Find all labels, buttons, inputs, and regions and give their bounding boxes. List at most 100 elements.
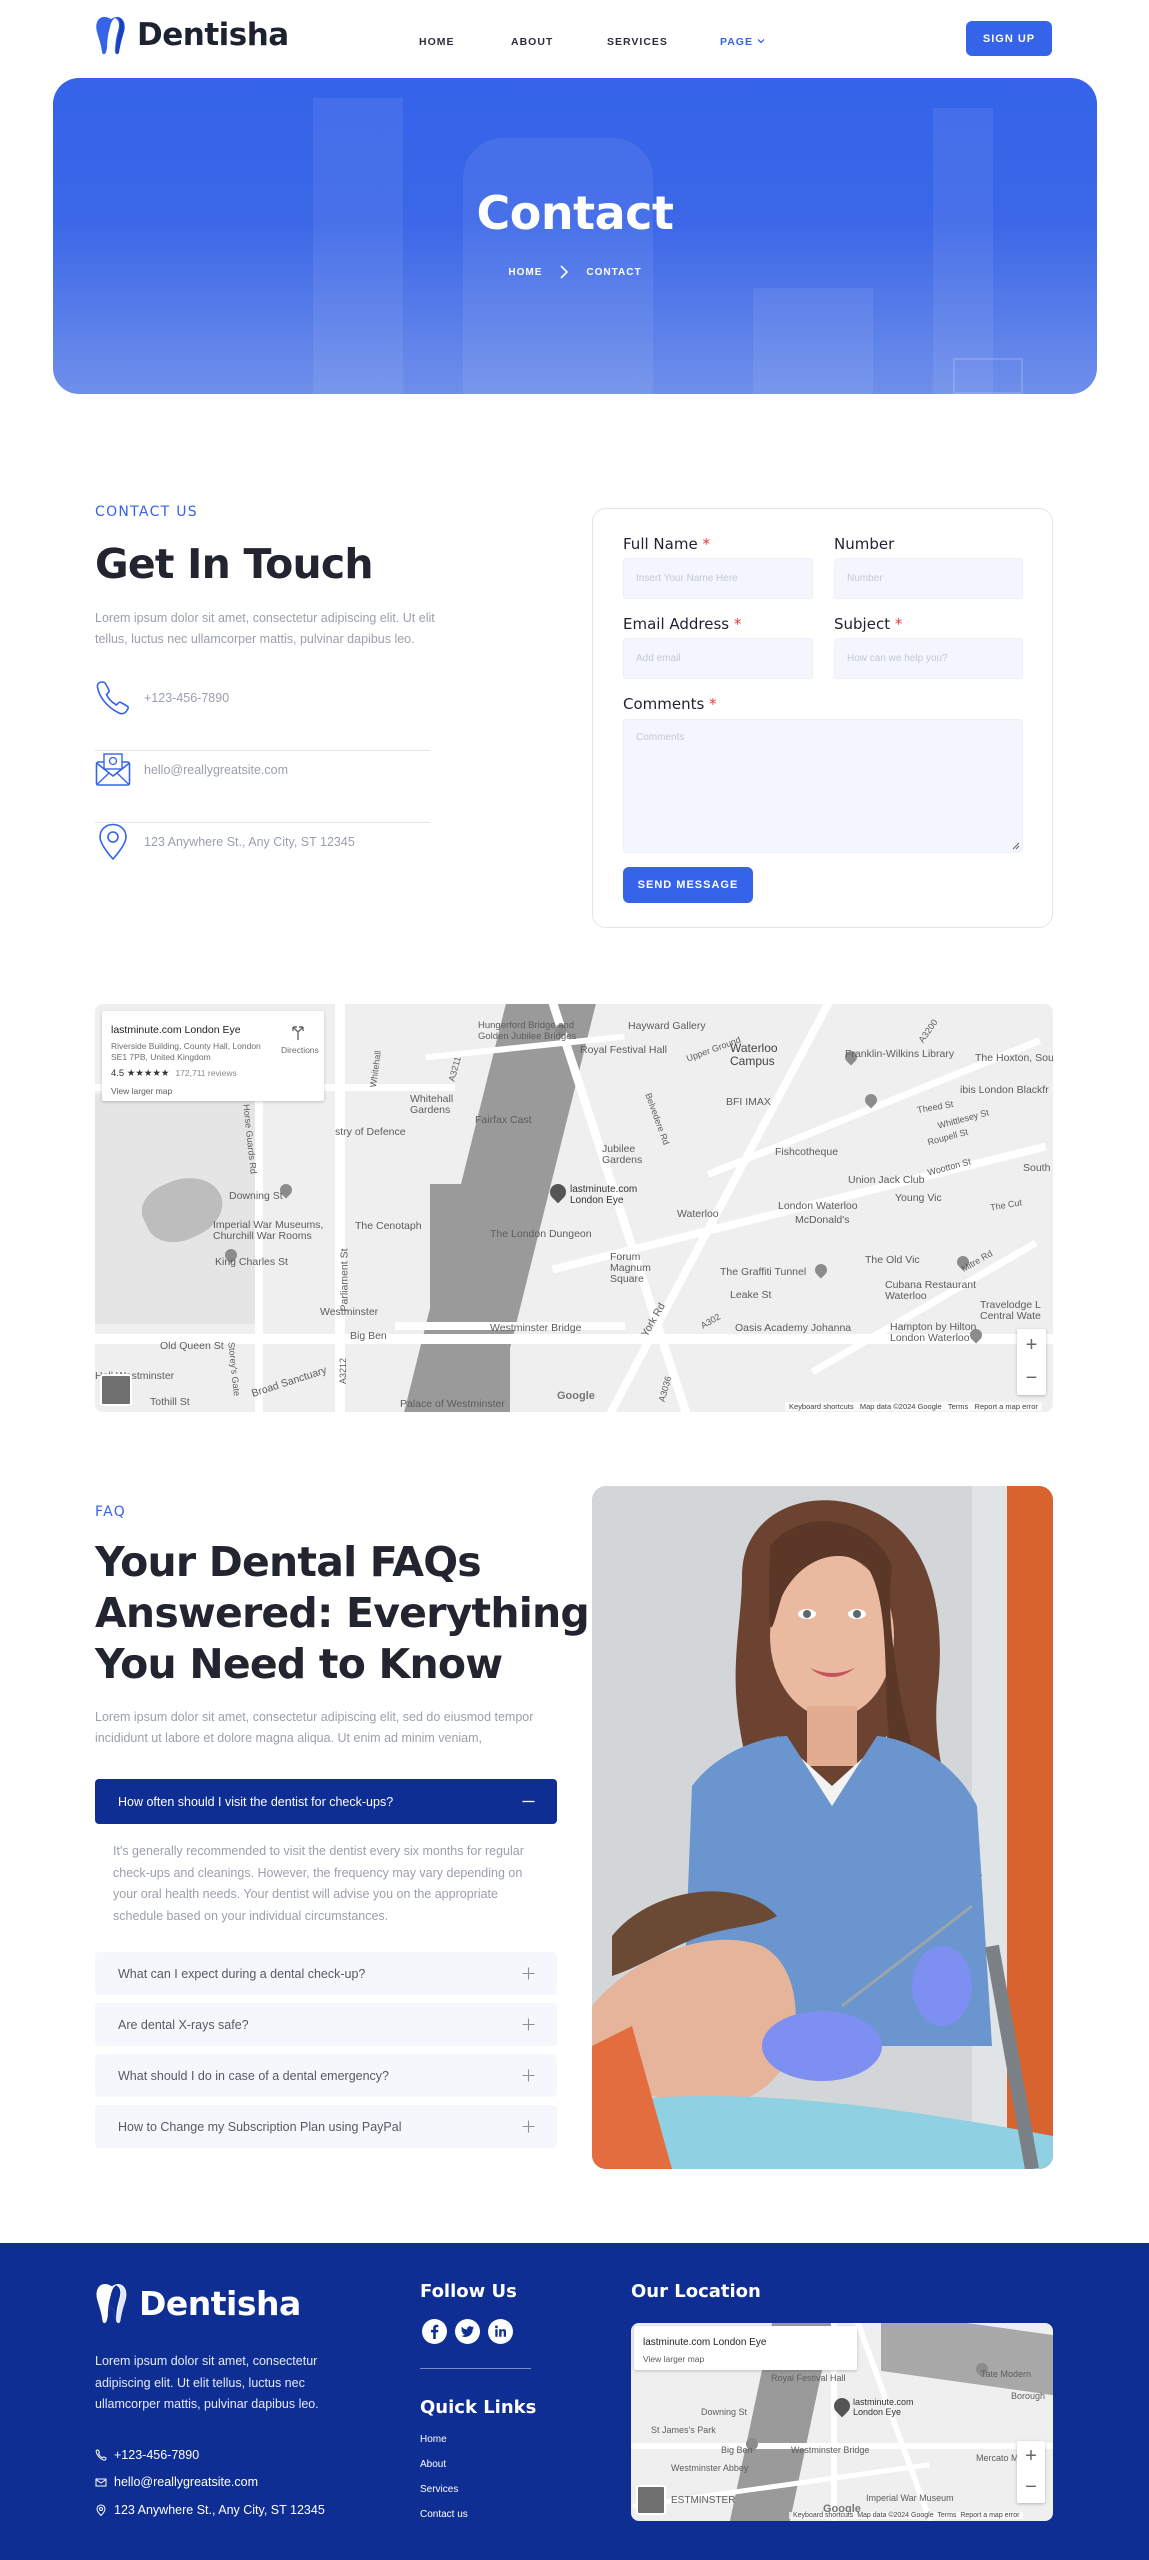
map-river: [881, 2323, 1053, 2396]
breadcrumb-home-link[interactable]: HOME: [508, 267, 542, 278]
view-larger-map-link[interactable]: View larger map: [111, 1086, 172, 1096]
map-label: Waterloo: [677, 1208, 719, 1220]
faq-heading-line: You Need to Know: [95, 1640, 503, 1688]
map-place-name: lastminute.com London Eye: [111, 1024, 241, 1036]
terms-link[interactable]: Terms: [948, 1402, 968, 1411]
send-message-button[interactable]: SEND MESSAGE: [623, 867, 753, 903]
map-data-text: Map data ©2024 Google: [859, 1402, 942, 1411]
map-label: Roupell St: [926, 1126, 970, 1148]
map-label: The London Dungeon: [490, 1228, 592, 1240]
footer-link-services[interactable]: Services: [420, 2484, 458, 2495]
keyboard-shortcuts-link[interactable]: Keyboard shortcuts: [789, 1402, 854, 1411]
location-map[interactable]: Hungerford Bridge and Golden Jubilee Bri…: [95, 1004, 1053, 1412]
number-input[interactable]: [834, 558, 1023, 599]
map-label: Storey's Gate: [226, 1341, 242, 1397]
linkedin-icon[interactable]: [488, 2319, 513, 2344]
faq-item[interactable]: Are dental X-rays safe?: [95, 2003, 557, 2046]
hero-background-shape: [953, 358, 1023, 394]
nav-page-dropdown[interactable]: PAGE: [720, 36, 766, 48]
map-layer-thumbnail[interactable]: [100, 1374, 132, 1406]
faq-item[interactable]: What should I do in case of a dental eme…: [95, 2054, 557, 2097]
footer-email[interactable]: hello@reallygreatsite.com: [95, 2475, 258, 2489]
rating-count-link[interactable]: 172,711 reviews: [175, 1068, 236, 1078]
email-input[interactable]: [623, 638, 813, 679]
our-location-heading: Our Location: [631, 2281, 761, 2302]
nav-services-link[interactable]: SERVICES: [607, 36, 668, 48]
nav-about-link[interactable]: ABOUT: [511, 36, 553, 48]
plus-icon: [522, 1967, 535, 1980]
map-label: Young Vic: [895, 1192, 942, 1204]
faq-description: Lorem ipsum dolor sit amet, consectetur …: [95, 1710, 534, 1745]
directions-link[interactable]: Directions: [281, 1045, 319, 1055]
phone-icon: [96, 681, 129, 715]
map-label: Cubana Restaurant Waterloo: [885, 1279, 977, 1302]
footer-link-contact[interactable]: Contact us: [420, 2509, 468, 2520]
view-larger-map-link[interactable]: View larger map: [643, 2354, 704, 2364]
map-label: Westminster Abbey: [671, 2463, 749, 2473]
map-label: Tothill St: [150, 1396, 190, 1408]
comments-textarea[interactable]: [623, 719, 1023, 853]
facebook-icon[interactable]: [422, 2319, 447, 2344]
directions-icon[interactable]: [290, 1025, 306, 1041]
required-asterisk: *: [733, 615, 742, 633]
twitter-icon[interactable]: [455, 2319, 480, 2344]
breadcrumb: HOME CONTACT: [53, 264, 1097, 280]
map-label: The Old Vic: [865, 1254, 920, 1266]
subject-label-text: Subject: [834, 615, 891, 633]
map-label: A3212: [338, 1357, 349, 1385]
contact-address: 123 Anywhere St., Any City, ST 12345: [144, 835, 355, 849]
map-label: Borough: [1011, 2391, 1046, 2401]
map-label: A302: [698, 1311, 723, 1331]
map-label: Union Jack Club: [848, 1174, 925, 1186]
footer-phone-text: +123-456-7890: [114, 2448, 200, 2462]
subject-input[interactable]: [834, 638, 1023, 679]
zoom-in-button[interactable]: +: [1017, 1329, 1046, 1362]
map-place-name: lastminute.com London Eye: [643, 2337, 767, 2348]
map-label: London Waterloo: [778, 1200, 858, 1212]
zoom-out-button[interactable]: −: [1017, 1362, 1046, 1395]
footer-link-home[interactable]: Home: [420, 2434, 447, 2445]
map-layer-thumbnail[interactable]: [636, 2485, 666, 2515]
report-error-link[interactable]: Report a map error: [960, 2512, 1019, 2519]
footer-phone[interactable]: +123-456-7890: [95, 2448, 199, 2462]
map-label: Theed St: [916, 1098, 955, 1116]
resize-handle-icon[interactable]: [1012, 842, 1020, 850]
map-poi-icon[interactable]: [812, 1261, 830, 1279]
terms-link[interactable]: Terms: [937, 2512, 956, 2519]
map-river: [430, 1184, 510, 1412]
faq-item-open[interactable]: How often should I visit the dentist for…: [95, 1779, 557, 1824]
dentist-photo-illustration: [592, 1486, 1053, 2169]
number-label: Number: [834, 535, 895, 553]
phone-row: +123-456-7890: [95, 679, 430, 751]
faq-question: What should I do in case of a dental eme…: [118, 2069, 389, 2083]
nav-home-link[interactable]: HOME: [419, 36, 455, 48]
map-label: Imperial War Museum: [866, 2493, 954, 2503]
map-label: Hungerford Bridge and Golden Jubilee Bri…: [478, 1020, 577, 1042]
map-label: Downing St: [701, 2407, 748, 2417]
required-asterisk: *: [702, 535, 710, 553]
footer-logo[interactable]: Dentisha: [95, 2281, 301, 2325]
zoom-in-button[interactable]: +: [1017, 2441, 1045, 2472]
contact-form: Full Name * Number Email Address * Subje…: [592, 508, 1053, 928]
faq-item[interactable]: How to Change my Subscription Plan using…: [95, 2105, 557, 2148]
footer-location-map[interactable]: Royal Festival Hall Tate Modern Borough …: [631, 2323, 1053, 2521]
contact-email[interactable]: hello@reallygreatsite.com: [144, 763, 288, 777]
zoom-out-button[interactable]: −: [1017, 2472, 1045, 2503]
map-label: Leake St: [730, 1289, 772, 1301]
full-name-input[interactable]: [623, 558, 813, 599]
location-pin-icon: [99, 823, 127, 861]
faq-heading-line: Your Dental FAQs: [95, 1538, 482, 1586]
footer-link-about[interactable]: About: [420, 2459, 446, 2470]
keyboard-shortcuts-link[interactable]: Keyboard shortcuts: [793, 2512, 853, 2519]
breadcrumb-current: CONTACT: [586, 266, 642, 278]
faq-item[interactable]: What can I expect during a dental check-…: [95, 1952, 557, 1995]
report-error-link[interactable]: Report a map error: [975, 1402, 1038, 1411]
mail-icon: [95, 753, 131, 786]
email-label: Email Address *: [623, 615, 741, 633]
minus-icon: [522, 1800, 535, 1803]
map-label: Jubilee Gardens: [602, 1143, 643, 1166]
map-label: Whitehall Gardens: [410, 1093, 454, 1116]
plus-icon: [522, 2120, 535, 2133]
contact-phone[interactable]: +123-456-7890: [144, 691, 229, 705]
sign-up-button[interactable]: SIGN UP: [966, 21, 1052, 56]
